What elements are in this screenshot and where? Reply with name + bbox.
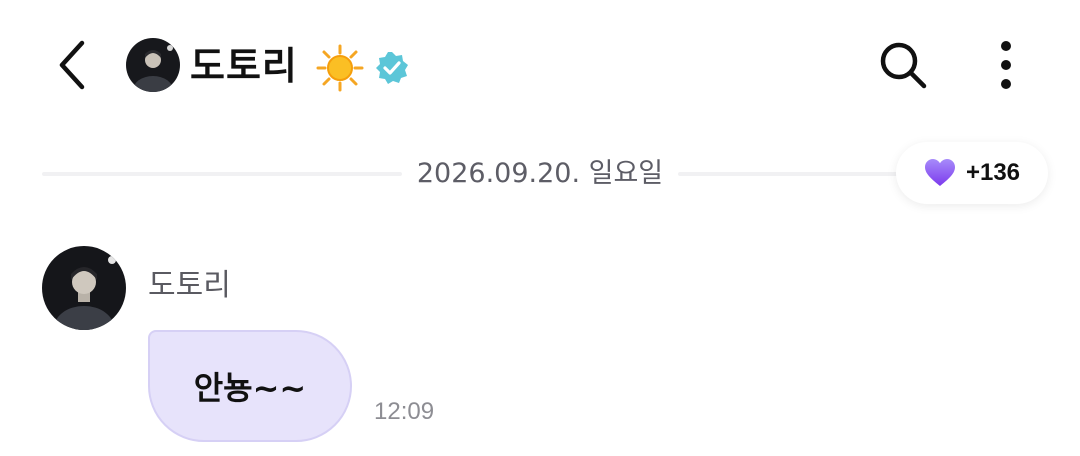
chat-title: 도토리 (190, 44, 298, 88)
heart-count: +136 (965, 159, 1021, 186)
sun-icon (316, 44, 364, 92)
date-divider-line-left (42, 172, 402, 176)
message-text: 안뇽~~ (193, 369, 307, 407)
message-bubble[interactable]: 안뇽~~ (148, 330, 352, 442)
heart-reaction-badge[interactable]: +136 (896, 142, 1048, 204)
more-vertical-icon (1001, 41, 1011, 89)
date-divider: 2026.09.20. 일요일 (416, 158, 664, 189)
search-button[interactable] (872, 34, 934, 96)
verified-badge-icon (374, 50, 410, 86)
more-options-button[interactable] (980, 34, 1032, 96)
back-button[interactable] (44, 30, 100, 100)
sender-avatar[interactable] (42, 246, 126, 330)
sender-name: 도토리 (148, 268, 231, 303)
message-time: 12:09 (374, 398, 435, 425)
heart-icon (924, 159, 955, 186)
date-divider-line-right (678, 172, 908, 176)
header-avatar[interactable] (126, 38, 180, 92)
search-icon (880, 42, 927, 89)
chevron-left-icon (59, 40, 85, 90)
